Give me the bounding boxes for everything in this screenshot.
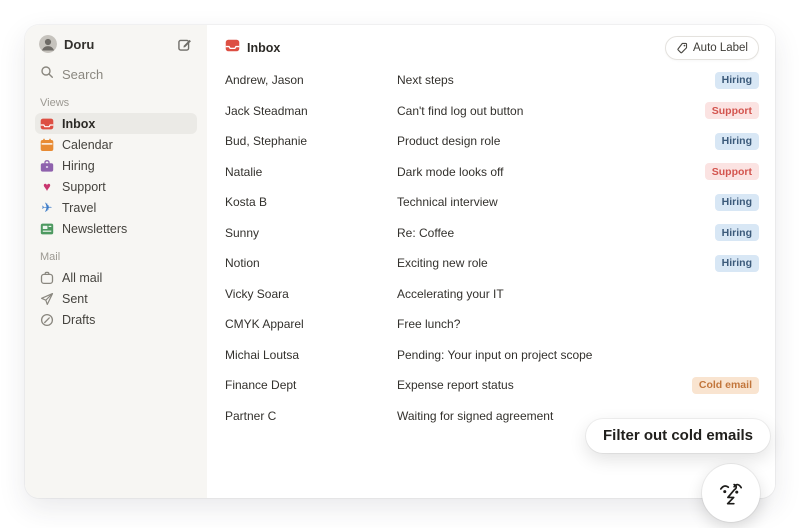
email-label-badge: Hiring xyxy=(715,194,759,211)
email-sender: Jack Steadman xyxy=(225,104,397,118)
section-label-views: Views xyxy=(40,97,192,109)
email-subject: Pending: Your input on project scope xyxy=(397,348,759,362)
sidebar-item-label: Support xyxy=(62,180,106,194)
main-header: Inbox Auto Label xyxy=(225,35,759,61)
email-label-badge: Hiring xyxy=(715,255,759,272)
compose-icon[interactable] xyxy=(175,35,193,53)
sidebar-item-hiring[interactable]: Hiring xyxy=(35,155,197,176)
email-subject: Accelerating your IT xyxy=(397,287,759,301)
page-title: Inbox xyxy=(247,41,280,55)
sidebar-item-label: Drafts xyxy=(62,313,95,327)
email-subject: Expense report status xyxy=(397,378,692,392)
sidebar-item-label: Calendar xyxy=(62,138,113,152)
email-sender: Vicky Soara xyxy=(225,287,397,301)
sidebar-item-travel[interactable]: ✈ Travel xyxy=(35,197,197,218)
sidebar-item-label: All mail xyxy=(62,271,102,285)
email-sender: Notion xyxy=(225,256,397,270)
email-row[interactable]: Andrew, Jason Next steps Hiring xyxy=(225,65,759,96)
email-row[interactable]: CMYK Apparel Free lunch? xyxy=(225,309,759,340)
email-row[interactable]: Vicky Soara Accelerating your IT xyxy=(225,279,759,310)
email-row[interactable]: Kosta B Technical interview Hiring xyxy=(225,187,759,218)
plane-icon: ✈ xyxy=(40,201,54,215)
assistant-button[interactable] xyxy=(702,464,760,522)
email-list: Andrew, Jason Next steps Hiring Jack Ste… xyxy=(225,65,759,431)
sidebar-item-label: Inbox xyxy=(62,117,95,131)
ai-face-icon xyxy=(715,477,747,509)
auto-label-button-label: Auto Label xyxy=(693,42,748,54)
email-row[interactable]: Jack Steadman Can't find log out button … xyxy=(225,96,759,127)
inbox-icon xyxy=(225,38,240,58)
heart-icon: ♥ xyxy=(40,180,54,194)
search-label: Search xyxy=(62,67,103,82)
email-subject: Technical interview xyxy=(397,195,715,209)
email-label-badge: Hiring xyxy=(715,72,759,89)
assistant-tooltip: Filter out cold emails xyxy=(586,419,770,453)
search-field[interactable]: Search xyxy=(35,63,197,85)
email-subject: Re: Coffee xyxy=(397,226,715,240)
sidebar-item-newsletters[interactable]: Newsletters xyxy=(35,218,197,239)
email-sender: Partner C xyxy=(225,409,397,423)
email-sender: Finance Dept xyxy=(225,378,397,392)
archive-icon xyxy=(40,271,54,285)
sidebar-item-support[interactable]: ♥ Support xyxy=(35,176,197,197)
email-row[interactable]: Natalie Dark mode looks off Support xyxy=(225,157,759,188)
email-sender: CMYK Apparel xyxy=(225,317,397,331)
section-label-mail: Mail xyxy=(40,251,192,263)
search-icon xyxy=(40,65,54,84)
email-label-badge: Support xyxy=(705,163,759,180)
newspaper-icon xyxy=(40,222,54,236)
email-subject: Can't find log out button xyxy=(397,104,705,118)
email-subject: Product design role xyxy=(397,134,715,148)
email-sender: Andrew, Jason xyxy=(225,73,397,87)
email-sender: Bud, Stephanie xyxy=(225,134,397,148)
label-tag-icon xyxy=(676,42,688,54)
sidebar: Doru Search Views xyxy=(25,25,207,498)
paper-plane-icon xyxy=(40,292,54,306)
email-row[interactable]: Notion Exciting new role Hiring xyxy=(225,248,759,279)
sidebar-item-inbox[interactable]: Inbox xyxy=(35,113,197,134)
user-menu[interactable]: Doru xyxy=(35,33,197,55)
sidebar-item-calendar[interactable]: Calendar xyxy=(35,134,197,155)
sidebar-item-all-mail[interactable]: All mail xyxy=(35,267,197,288)
email-label-badge: Cold email xyxy=(692,377,759,394)
email-row[interactable]: Sunny Re: Coffee Hiring xyxy=(225,218,759,249)
email-subject: Exciting new role xyxy=(397,256,715,270)
email-label-badge: Hiring xyxy=(715,133,759,150)
email-sender: Natalie xyxy=(225,165,397,179)
sidebar-item-label: Sent xyxy=(62,292,88,306)
email-row[interactable]: Bud, Stephanie Product design role Hirin… xyxy=(225,126,759,157)
sidebar-item-label: Newsletters xyxy=(62,222,127,236)
email-row[interactable]: Michai Loutsa Pending: Your input on pro… xyxy=(225,340,759,371)
sidebar-item-sent[interactable]: Sent xyxy=(35,288,197,309)
calendar-icon xyxy=(40,138,54,152)
sidebar-item-label: Hiring xyxy=(62,159,95,173)
email-row[interactable]: Finance Dept Expense report status Cold … xyxy=(225,370,759,401)
email-sender: Kosta B xyxy=(225,195,397,209)
email-subject: Next steps xyxy=(397,73,715,87)
email-subject: Free lunch? xyxy=(397,317,759,331)
sidebar-item-label: Travel xyxy=(62,201,96,215)
email-label-badge: Hiring xyxy=(715,224,759,241)
email-sender: Sunny xyxy=(225,226,397,240)
email-label-badge: Support xyxy=(705,102,759,119)
email-sender: Michai Loutsa xyxy=(225,348,397,362)
avatar xyxy=(39,35,57,53)
email-subject: Dark mode looks off xyxy=(397,165,705,179)
auto-label-button[interactable]: Auto Label xyxy=(665,36,759,60)
inbox-icon xyxy=(40,117,54,131)
briefcase-icon xyxy=(40,159,54,173)
sidebar-item-drafts[interactable]: Drafts xyxy=(35,309,197,330)
draft-icon xyxy=(40,313,54,327)
user-name: Doru xyxy=(64,37,94,52)
